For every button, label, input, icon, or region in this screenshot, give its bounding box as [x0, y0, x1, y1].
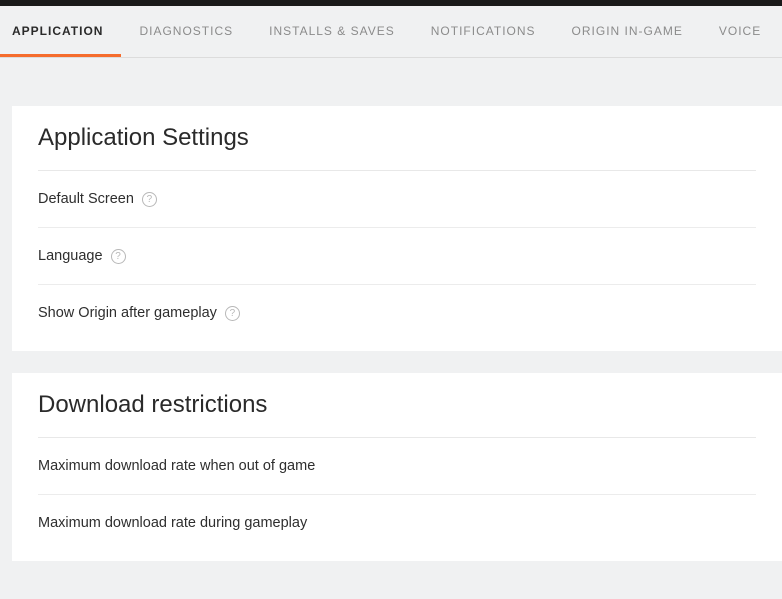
- setting-label: Maximum download rate during gameplay: [38, 515, 307, 531]
- help-icon[interactable]: ?: [111, 249, 126, 264]
- setting-label: Maximum download rate when out of game: [38, 458, 315, 474]
- tab-diagnostics[interactable]: DIAGNOSTICS: [121, 6, 251, 57]
- panel-title-download: Download restrictions: [38, 391, 756, 438]
- setting-label: Language: [38, 248, 103, 264]
- tab-origin-in-game[interactable]: ORIGIN IN-GAME: [554, 6, 701, 57]
- setting-label: Default Screen: [38, 191, 134, 207]
- tab-notifications[interactable]: NOTIFICATIONS: [413, 6, 554, 57]
- tab-navigation: APPLICATION DIAGNOSTICS INSTALLS & SAVES…: [0, 6, 782, 58]
- setting-default-screen[interactable]: Default Screen ?: [38, 171, 756, 228]
- tab-voice[interactable]: VOICE: [701, 6, 779, 57]
- tab-installs-saves[interactable]: INSTALLS & SAVES: [251, 6, 413, 57]
- setting-show-origin-after-gameplay[interactable]: Show Origin after gameplay ?: [38, 285, 756, 341]
- help-icon[interactable]: ?: [142, 192, 157, 207]
- setting-language[interactable]: Language ?: [38, 228, 756, 285]
- panel-title-application: Application Settings: [38, 124, 756, 171]
- setting-max-download-during-gameplay[interactable]: Maximum download rate during gameplay: [38, 495, 756, 551]
- download-restrictions-panel: Download restrictions Maximum download r…: [12, 373, 782, 561]
- setting-label: Show Origin after gameplay: [38, 305, 217, 321]
- application-settings-panel: Application Settings Default Screen ? La…: [12, 106, 782, 351]
- setting-max-download-out-of-game[interactable]: Maximum download rate when out of game: [38, 438, 756, 495]
- settings-content: Application Settings Default Screen ? La…: [0, 58, 782, 561]
- tab-application[interactable]: APPLICATION: [0, 6, 121, 57]
- help-icon[interactable]: ?: [225, 306, 240, 321]
